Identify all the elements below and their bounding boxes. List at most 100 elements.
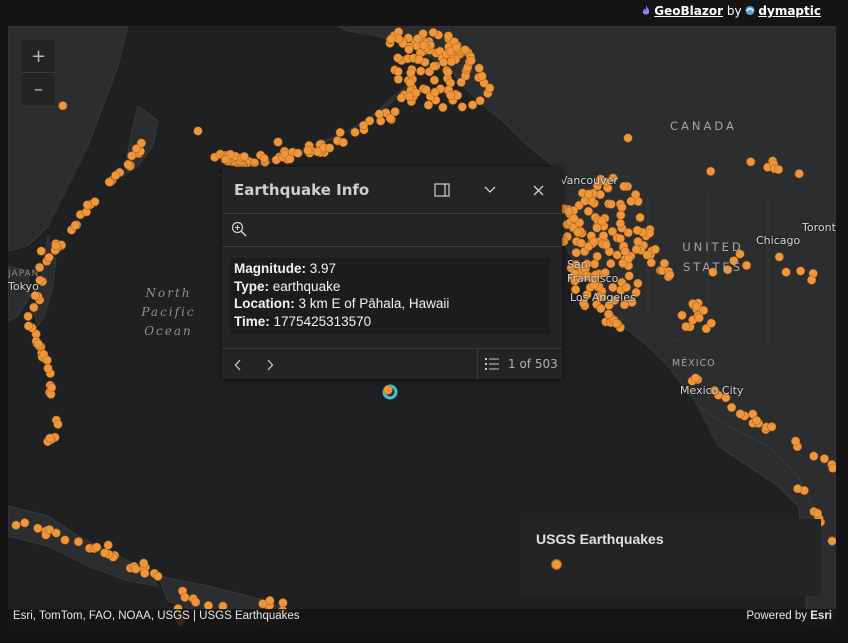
earthquake-point[interactable] xyxy=(273,137,283,147)
earthquake-point[interactable] xyxy=(601,240,611,250)
earthquake-point[interactable] xyxy=(180,592,190,602)
earthquake-point[interactable] xyxy=(456,77,466,87)
earthquake-point[interactable] xyxy=(438,102,448,112)
earthquake-point[interactable] xyxy=(47,383,57,393)
earthquake-point[interactable] xyxy=(746,157,756,167)
earthquake-point[interactable] xyxy=(659,258,669,268)
earthquake-point[interactable] xyxy=(632,225,642,235)
map-view[interactable]: + – CANADA UNITED STATES MÉXICO JAPAN No… xyxy=(8,26,836,626)
earthquake-point[interactable] xyxy=(796,266,806,276)
geoblazor-link[interactable]: GeoBlazor xyxy=(654,4,723,18)
earthquake-point[interactable] xyxy=(23,321,34,331)
earthquake-point[interactable] xyxy=(73,537,84,547)
earthquake-point[interactable] xyxy=(681,322,691,332)
earthquake-point[interactable] xyxy=(44,252,54,263)
earthquake-point[interactable] xyxy=(563,206,573,216)
earthquake-point[interactable] xyxy=(53,419,63,429)
earthquake-point[interactable] xyxy=(429,61,439,71)
earthquake-point[interactable] xyxy=(404,91,414,101)
earthquake-point[interactable] xyxy=(33,523,43,533)
earthquake-point[interactable] xyxy=(58,101,68,111)
earthquake-point[interactable] xyxy=(42,355,52,365)
earthquake-point[interactable] xyxy=(139,558,149,568)
dymaptic-link[interactable]: dymaptic xyxy=(758,4,821,18)
earthquake-point[interactable] xyxy=(615,218,625,228)
earthquake-point[interactable] xyxy=(29,302,39,312)
earthquake-point[interactable] xyxy=(414,54,424,64)
earthquake-point[interactable] xyxy=(706,318,716,328)
earthquake-point[interactable] xyxy=(626,196,636,206)
earthquake-point[interactable] xyxy=(20,518,30,528)
earthquake-point[interactable] xyxy=(259,153,269,164)
earthquake-point[interactable] xyxy=(460,45,470,55)
earthquake-point[interactable] xyxy=(576,238,586,248)
dock-button[interactable] xyxy=(430,179,454,201)
earthquake-point[interactable] xyxy=(809,451,819,461)
earthquake-point[interactable] xyxy=(36,246,46,256)
earthquake-point[interactable] xyxy=(584,189,594,199)
earthquake-point[interactable] xyxy=(807,275,817,285)
earthquake-point[interactable] xyxy=(751,415,762,426)
earthquake-point[interactable] xyxy=(23,311,33,321)
earthquake-point[interactable] xyxy=(690,373,701,383)
previous-button[interactable] xyxy=(228,356,248,374)
earthquake-point[interactable] xyxy=(51,241,61,251)
earthquake-point[interactable] xyxy=(103,540,113,550)
earthquake-point[interactable] xyxy=(781,267,791,277)
earthquake-point[interactable] xyxy=(617,202,627,212)
earthquake-point[interactable] xyxy=(293,148,303,158)
earthquake-point[interactable] xyxy=(595,190,605,200)
close-button[interactable] xyxy=(526,179,550,201)
earthquake-point[interactable] xyxy=(393,74,403,84)
earthquake-point[interactable] xyxy=(429,75,439,85)
earthquake-point[interactable] xyxy=(631,244,641,254)
earthquake-point[interactable] xyxy=(604,309,614,319)
earthquake-point[interactable] xyxy=(598,231,609,241)
earthquake-point[interactable] xyxy=(285,154,295,164)
earthquake-point[interactable] xyxy=(706,166,716,176)
earthquake-point[interactable] xyxy=(82,200,92,210)
earthquake-point[interactable] xyxy=(774,252,784,262)
earthquake-point[interactable] xyxy=(446,57,456,67)
earthquake-point[interactable] xyxy=(393,53,403,63)
earthquake-point[interactable] xyxy=(33,339,43,349)
earthquake-point[interactable] xyxy=(597,216,607,226)
earthquake-point[interactable] xyxy=(466,55,476,66)
earthquake-point[interactable] xyxy=(406,68,416,78)
earthquake-point[interactable] xyxy=(390,107,400,117)
earthquake-point[interactable] xyxy=(616,210,626,220)
earthquake-point[interactable] xyxy=(193,126,203,136)
earthquake-point[interactable] xyxy=(393,66,403,77)
next-button[interactable] xyxy=(260,356,280,374)
earthquake-point[interactable] xyxy=(794,169,804,179)
earthquake-point[interactable] xyxy=(140,568,150,578)
earthquake-point[interactable] xyxy=(428,27,438,38)
earthquake-point[interactable] xyxy=(727,402,737,413)
earthquake-point[interactable] xyxy=(419,40,429,50)
earthquake-point[interactable] xyxy=(44,525,54,535)
earthquake-point[interactable] xyxy=(239,152,249,162)
earthquake-point[interactable] xyxy=(633,278,643,288)
earthquake-point[interactable] xyxy=(416,66,426,76)
earthquake-point[interactable] xyxy=(692,302,702,312)
earthquake-point[interactable] xyxy=(767,422,777,432)
earthquake-point[interactable] xyxy=(70,220,80,230)
earthquake-point[interactable] xyxy=(123,159,133,170)
earthquake-point[interactable] xyxy=(646,258,656,268)
earthquake-point[interactable] xyxy=(278,598,288,608)
earthquake-point[interactable] xyxy=(827,536,836,546)
earthquake-point[interactable] xyxy=(221,155,231,165)
zoom-in-button[interactable]: + xyxy=(22,40,55,72)
earthquake-point[interactable] xyxy=(11,520,21,530)
earthquake-point[interactable] xyxy=(620,247,630,257)
earthquake-point[interactable] xyxy=(607,226,617,237)
earthquake-point[interactable] xyxy=(396,93,406,103)
earthquake-point[interactable] xyxy=(468,100,478,110)
earthquake-point[interactable] xyxy=(312,147,323,157)
earthquake-point[interactable] xyxy=(413,34,423,44)
earthquake-point[interactable] xyxy=(773,164,784,175)
earthquake-point[interactable] xyxy=(131,144,141,154)
earthquake-point[interactable] xyxy=(405,78,415,88)
earthquake-point[interactable] xyxy=(615,233,625,244)
zoom-to-button[interactable] xyxy=(231,221,247,241)
